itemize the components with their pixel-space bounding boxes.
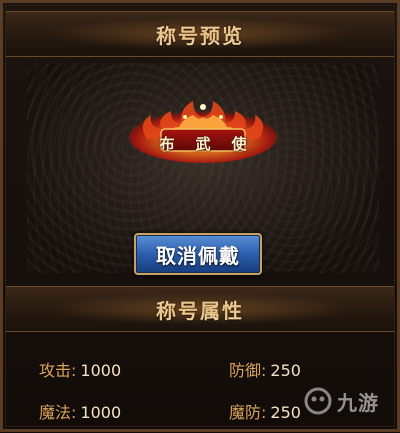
attr-defense: 防御: 250	[229, 357, 301, 381]
title-badge: 布 武 使	[127, 93, 279, 163]
attr-attack-value: 1000	[80, 361, 122, 380]
badge-text: 布 武 使	[127, 133, 279, 154]
cancel-wear-button[interactable]: 取消佩戴	[134, 233, 262, 275]
attr-magic-value: 1000	[80, 403, 122, 422]
attributes-header-title: 称号属性	[156, 298, 244, 323]
attr-magic-label: 魔法:	[39, 403, 77, 422]
badge-char-3: 使	[231, 135, 247, 153]
title-panel: 称号预览 布 武 使 取消佩戴 称号属性 攻击: 1000 防御: 250 魔法…	[0, 0, 400, 432]
watermark: 九游	[303, 371, 399, 431]
preview-header: 称号预览	[6, 11, 394, 57]
ninegame-logo-icon	[304, 387, 332, 415]
badge-char-2: 武	[195, 135, 211, 153]
attr-attack: 攻击: 1000	[39, 357, 121, 381]
attr-magic-defense: 魔防: 250	[229, 399, 301, 423]
attr-attack-label: 攻击:	[39, 361, 77, 380]
attr-magic-defense-label: 魔防:	[229, 403, 267, 422]
attr-magic: 魔法: 1000	[39, 399, 121, 423]
preview-header-title: 称号预览	[156, 23, 244, 48]
attributes-header: 称号属性	[6, 286, 394, 332]
attr-defense-label: 防御:	[229, 361, 267, 380]
watermark-text: 九游	[337, 390, 379, 415]
attr-magic-defense-value: 250	[270, 403, 301, 422]
badge-char-1: 布	[159, 135, 175, 153]
attr-defense-value: 250	[270, 361, 301, 380]
